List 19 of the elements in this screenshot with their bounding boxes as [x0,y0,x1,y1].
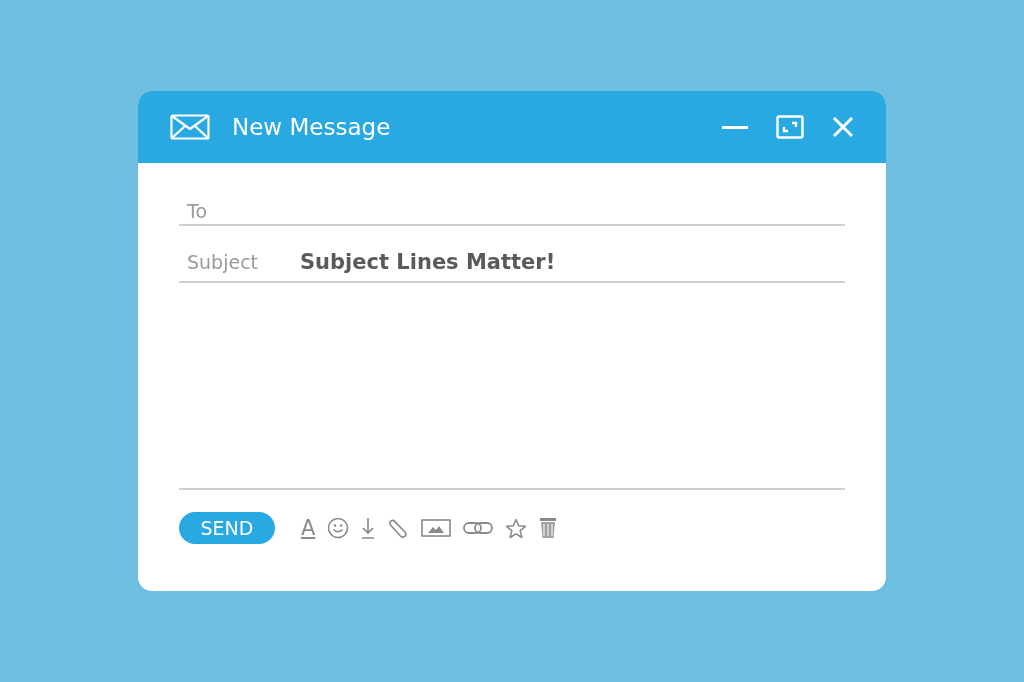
input-field[interactable]: Subject Subject Lines Matter! [179,226,845,283]
link-icon[interactable] [463,521,494,535]
star-icon[interactable] [505,517,528,539]
download-icon[interactable] [361,517,376,539]
image-icon[interactable] [421,519,452,537]
field-label: To [187,200,208,222]
field-value: Subject Lines Matter! [300,250,556,274]
window-title: New Message [232,114,391,140]
paperclip-icon[interactable] [387,517,410,539]
envelope-icon [170,114,210,140]
field-label: Subject [187,251,260,273]
send-button[interactable]: SEND [179,512,275,544]
close-icon[interactable] [832,116,854,138]
smiley-icon[interactable] [327,517,350,539]
maximize-icon[interactable] [776,115,804,139]
trash-icon[interactable] [539,517,558,539]
input-field[interactable]: To [179,193,845,226]
minimize-icon[interactable] [722,125,748,129]
text-format-button[interactable]: A [301,516,316,540]
